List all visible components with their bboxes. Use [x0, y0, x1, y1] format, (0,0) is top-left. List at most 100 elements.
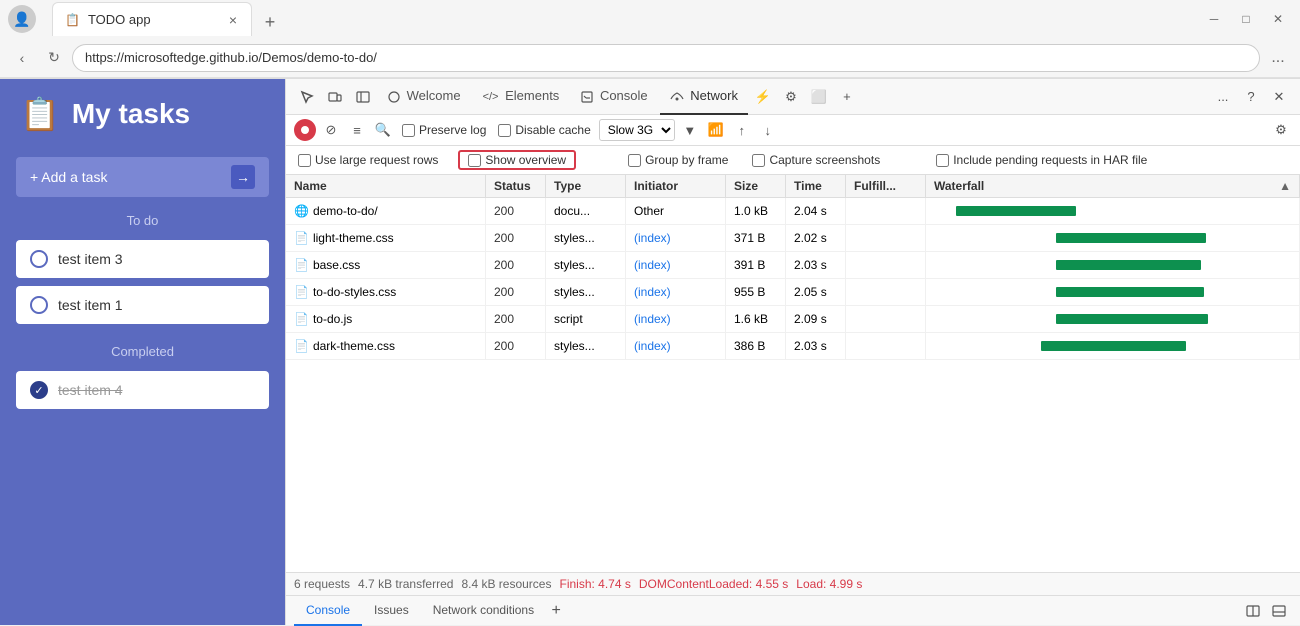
undock-button[interactable]	[1266, 598, 1292, 624]
file-icon-6: 📄	[294, 336, 309, 356]
table-row[interactable]: 📄 light-theme.css 200 styles... (index) …	[286, 225, 1300, 252]
maximize-button[interactable]: □	[1232, 5, 1260, 33]
upload-button[interactable]: ↑	[731, 119, 753, 141]
task-checkbox-1[interactable]	[30, 250, 48, 268]
cell-fulfill-3	[846, 252, 926, 278]
disable-cache-option[interactable]: Disable cache	[498, 123, 590, 137]
add-task-button[interactable]: + Add a task →	[16, 157, 269, 197]
show-overview-wrapper: Show overview	[458, 150, 576, 170]
show-overview-option[interactable]: Show overview	[468, 153, 566, 167]
dom-content-loaded: DOMContentLoaded: 4.55 s	[639, 577, 788, 591]
disable-cache-checkbox[interactable]	[498, 124, 511, 137]
cell-status-4: 200	[486, 279, 546, 305]
list-item[interactable]: ✓ test item 4	[16, 371, 269, 409]
cell-size-6: 386 B	[726, 333, 786, 359]
search-button[interactable]: 🔍	[372, 119, 394, 141]
dock-button[interactable]	[1240, 598, 1266, 624]
bottom-tab-issues[interactable]: Issues	[362, 596, 421, 626]
network-conditions-button[interactable]: 📶	[705, 119, 727, 141]
devtools-more-button[interactable]: ...	[1210, 84, 1236, 110]
refresh-button[interactable]: ↻	[40, 44, 68, 72]
initiator-link-2[interactable]: (index)	[634, 231, 671, 245]
list-item[interactable]: test item 3	[16, 240, 269, 278]
initiator-link-6[interactable]: (index)	[634, 339, 671, 353]
header-name: Name	[286, 175, 486, 197]
performance-icon-button[interactable]: ⚡	[750, 84, 776, 110]
device-toolbar-button[interactable]	[322, 84, 348, 110]
table-row[interactable]: 📄 base.css 200 styles... (index) 391 B 2…	[286, 252, 1300, 279]
sidebar-button[interactable]	[350, 84, 376, 110]
network-settings-button[interactable]: ⚙	[1270, 119, 1292, 141]
inspect-element-button[interactable]	[294, 84, 320, 110]
active-tab[interactable]: 📋 TODO app ×	[52, 2, 252, 36]
cell-waterfall-4	[926, 279, 1300, 305]
tab-bar: 📋 TODO app × +	[44, 2, 292, 36]
clear-button[interactable]: ⊘	[320, 119, 342, 141]
tab-elements[interactable]: </> Elements	[473, 79, 570, 115]
header-type: Type	[546, 175, 626, 197]
table-row[interactable]: 📄 to-do-styles.css 200 styles... (index)…	[286, 279, 1300, 306]
cell-size-3: 391 B	[726, 252, 786, 278]
cell-time-4: 2.05 s	[786, 279, 846, 305]
devtools-panel: Welcome </> Elements Console Network ⚡ ⚙…	[285, 79, 1300, 625]
tab-welcome[interactable]: Welcome	[378, 79, 471, 115]
table-row[interactable]: 🌐 demo-to-do/ 200 docu... Other 1.0 kB 2…	[286, 198, 1300, 225]
capture-screenshots-label: Capture screenshots	[769, 153, 880, 167]
option-group-right: Include pending requests in HAR file	[932, 153, 1151, 167]
preserve-log-option[interactable]: Preserve log	[402, 123, 486, 137]
minimize-button[interactable]: ─	[1200, 5, 1228, 33]
cell-status-1: 200	[486, 198, 546, 224]
cell-type-2: styles...	[546, 225, 626, 251]
browser-more-button[interactable]: ...	[1264, 44, 1292, 72]
devtools-close-button[interactable]: ✕	[1266, 84, 1292, 110]
filter-button[interactable]: ≡	[346, 119, 368, 141]
tab-favicon: 📋	[65, 13, 80, 27]
task-checkbox-2[interactable]	[30, 296, 48, 314]
file-icon-3: 📄	[294, 255, 309, 275]
bottom-tab-network-conditions[interactable]: Network conditions	[421, 596, 546, 626]
large-rows-checkbox[interactable]	[298, 154, 311, 167]
initiator-link-3[interactable]: (index)	[634, 258, 671, 272]
group-by-frame-checkbox[interactable]	[628, 154, 641, 167]
initiator-link-5[interactable]: (index)	[634, 312, 671, 326]
large-rows-option[interactable]: Use large request rows	[298, 153, 438, 167]
url-input[interactable]	[72, 44, 1260, 72]
cell-size-4: 955 B	[726, 279, 786, 305]
cell-type-5: script	[546, 306, 626, 332]
cell-fulfill-1	[846, 198, 926, 224]
cell-fulfill-5	[846, 306, 926, 332]
include-pending-checkbox[interactable]	[936, 154, 949, 167]
capture-screenshots-checkbox[interactable]	[752, 154, 765, 167]
task-checkbox-3[interactable]: ✓	[30, 381, 48, 399]
group-by-frame-option[interactable]: Group by frame	[628, 153, 728, 167]
waterfall-bar-4	[1056, 287, 1204, 297]
cell-fulfill-2	[846, 225, 926, 251]
tab-welcome-label: Welcome	[407, 88, 461, 103]
devtools-help-button[interactable]: ?	[1238, 84, 1264, 110]
initiator-link-4[interactable]: (index)	[634, 285, 671, 299]
preserve-log-checkbox[interactable]	[402, 124, 415, 137]
tab-network[interactable]: Network	[660, 79, 748, 115]
bottom-tab-console[interactable]: Console	[294, 596, 362, 626]
close-window-button[interactable]: ✕	[1264, 5, 1292, 33]
waterfall-bar-3	[1056, 260, 1201, 270]
show-overview-checkbox[interactable]	[468, 154, 481, 167]
record-button[interactable]	[294, 119, 316, 141]
more-tabs-button[interactable]: +	[834, 84, 860, 110]
add-bottom-tab-button[interactable]: +	[546, 601, 566, 621]
download-button[interactable]: ↓	[757, 119, 779, 141]
tab-close-button[interactable]: ×	[227, 10, 239, 30]
back-button[interactable]: ‹	[8, 44, 36, 72]
cell-name-5: 📄 to-do.js	[286, 306, 486, 332]
layers-button[interactable]: ⬜	[806, 84, 832, 110]
include-pending-option[interactable]: Include pending requests in HAR file	[936, 153, 1147, 167]
new-tab-button[interactable]: +	[256, 8, 284, 36]
throttle-select[interactable]: Slow 3G	[599, 119, 675, 141]
list-item[interactable]: test item 1	[16, 286, 269, 324]
tab-console[interactable]: Console	[571, 79, 657, 115]
settings-button[interactable]: ⚙	[778, 84, 804, 110]
throttle-dropdown-button[interactable]: ▼	[679, 119, 701, 141]
capture-screenshots-option[interactable]: Capture screenshots	[752, 153, 880, 167]
table-row[interactable]: 📄 to-do.js 200 script (index) 1.6 kB 2.0…	[286, 306, 1300, 333]
table-row[interactable]: 📄 dark-theme.css 200 styles... (index) 3…	[286, 333, 1300, 360]
